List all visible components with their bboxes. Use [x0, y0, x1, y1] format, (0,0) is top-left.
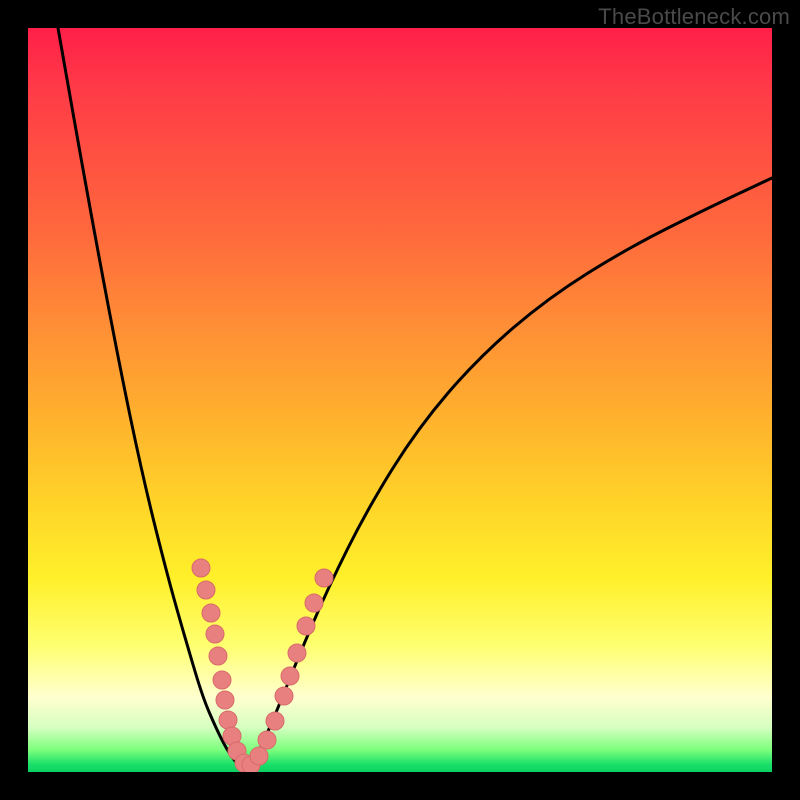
curve-marker	[258, 731, 276, 749]
curve-marker	[192, 559, 210, 577]
curve-marker	[235, 754, 253, 772]
curve-marker	[197, 581, 215, 599]
curve-marker	[281, 667, 299, 685]
curve-marker	[250, 747, 268, 765]
curve-marker	[209, 647, 227, 665]
curve-marker	[202, 604, 220, 622]
curve-marker	[242, 756, 260, 772]
chart-frame: TheBottleneck.com	[0, 0, 800, 800]
curve-svg	[28, 28, 772, 772]
bottleneck-curve	[58, 28, 772, 770]
curve-marker	[206, 625, 224, 643]
watermark-label: TheBottleneck.com	[598, 4, 790, 30]
curve-marker	[223, 727, 241, 745]
curve-marker	[216, 691, 234, 709]
curve-marker	[288, 644, 306, 662]
curve-marker	[228, 742, 246, 760]
curve-marker	[297, 617, 315, 635]
curve-marker	[266, 712, 284, 730]
curve-marker	[305, 594, 323, 612]
curve-marker	[219, 711, 237, 729]
curve-marker	[275, 687, 293, 705]
plot-area	[28, 28, 772, 772]
marker-group	[192, 559, 333, 772]
curve-marker	[213, 671, 231, 689]
curve-marker	[315, 569, 333, 587]
